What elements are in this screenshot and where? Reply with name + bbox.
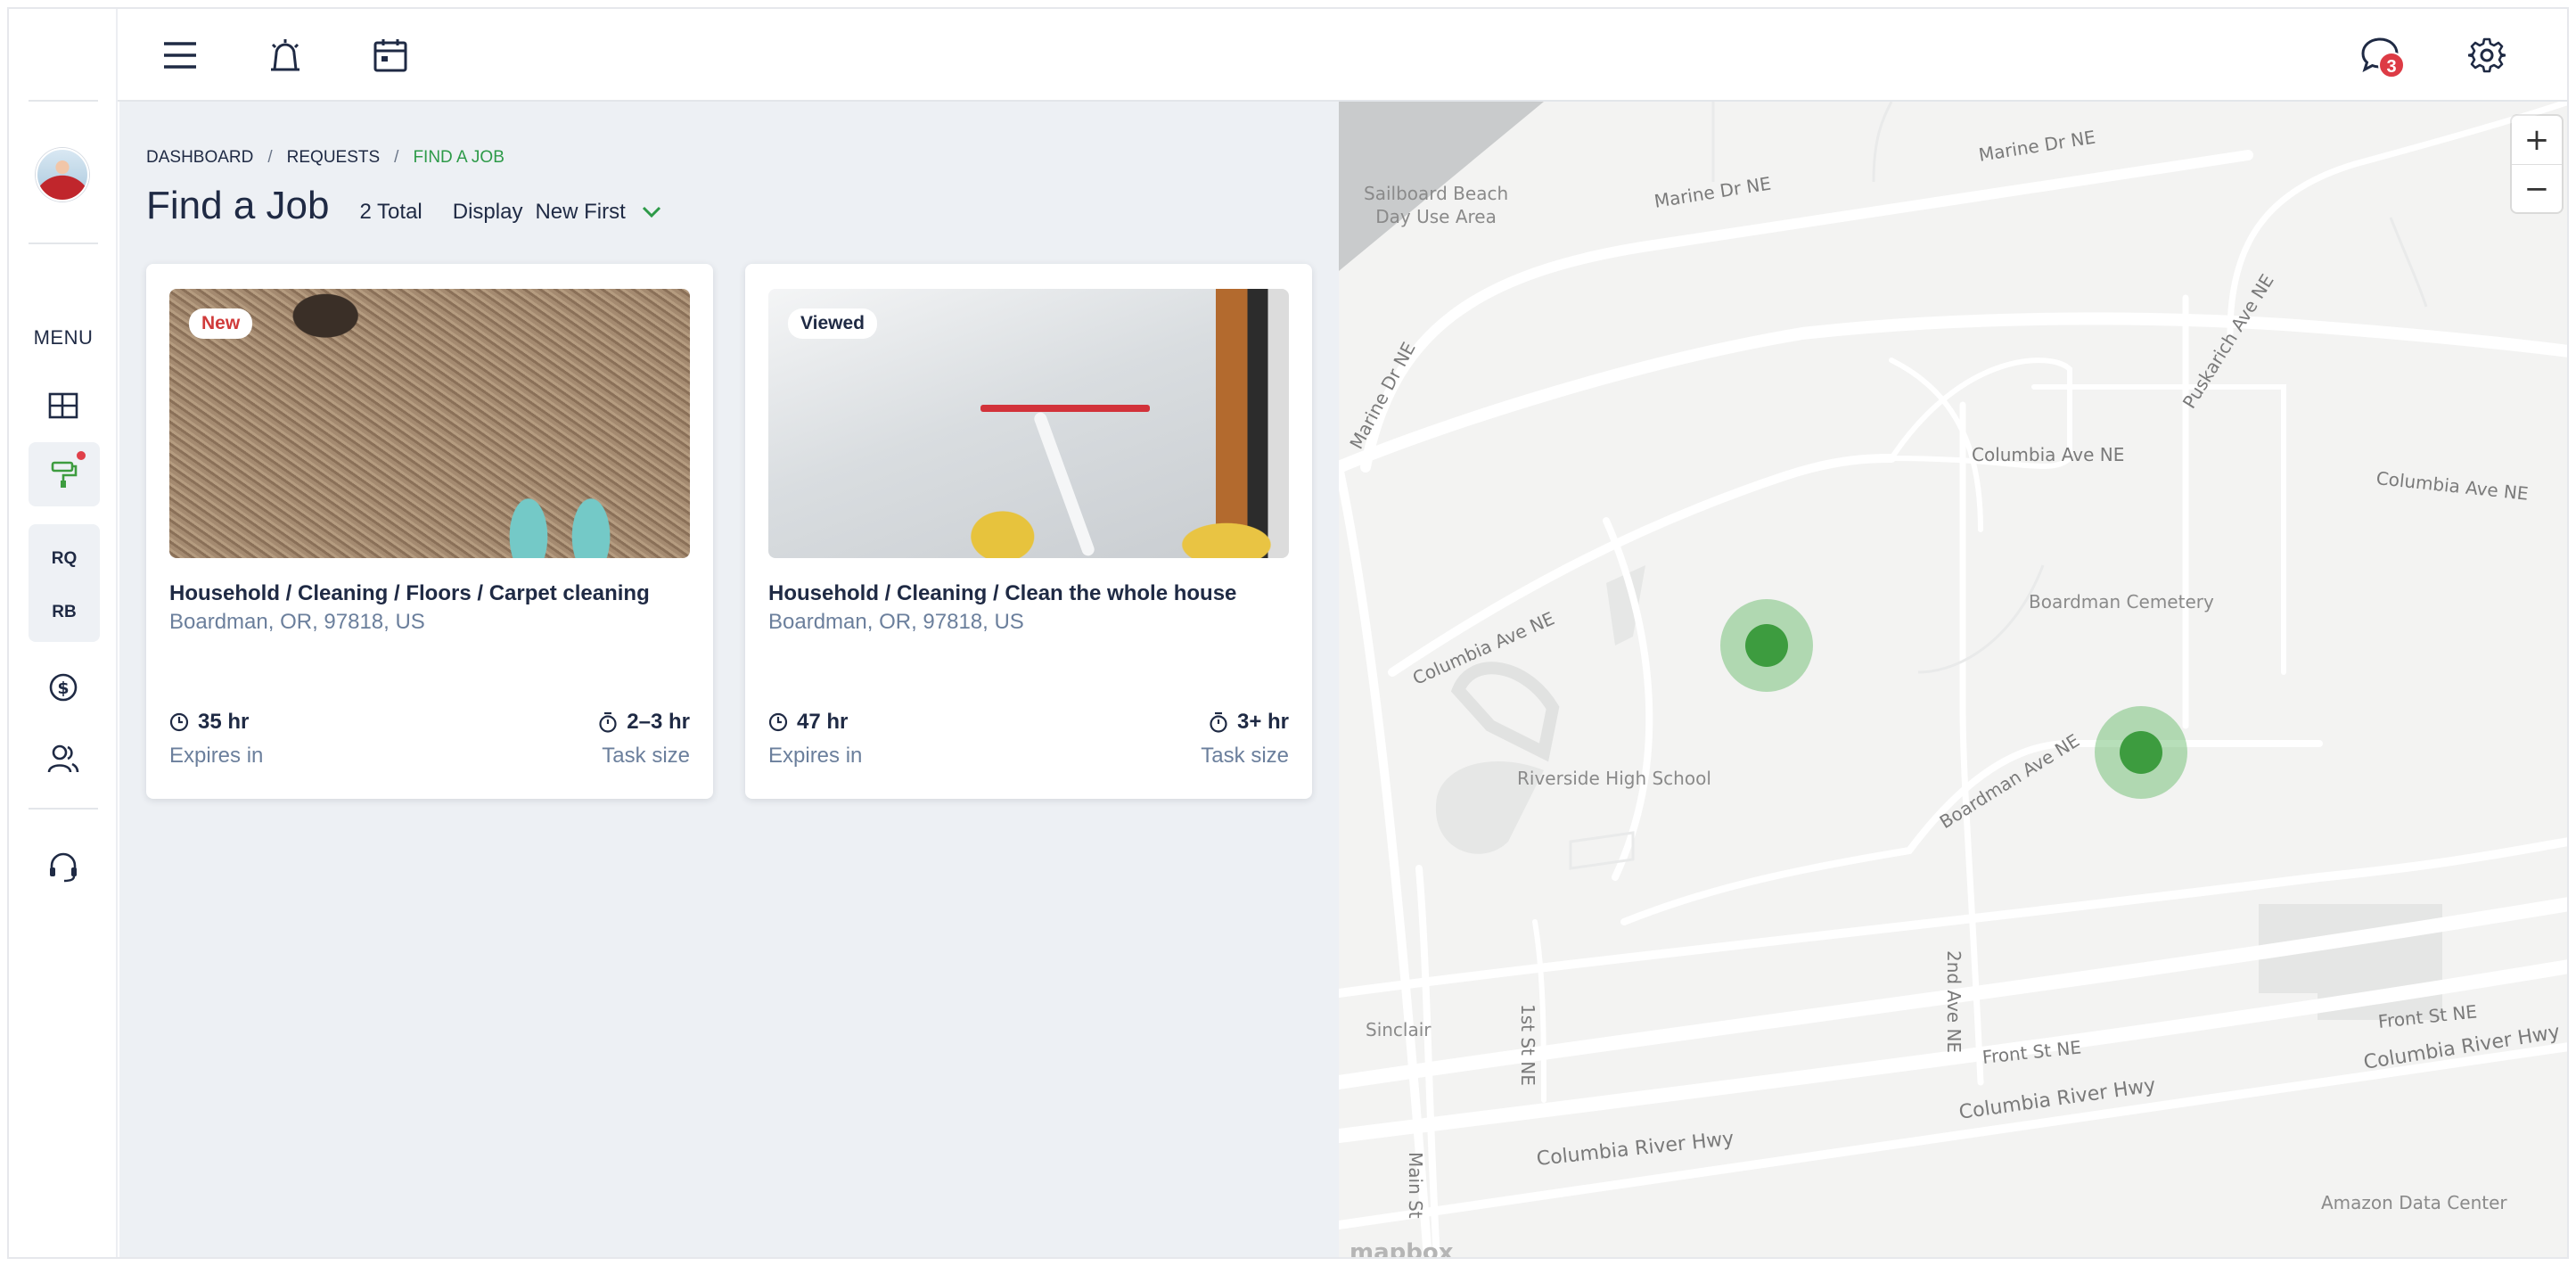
pin-dot <box>1745 624 1788 667</box>
expires-value: 35 hr <box>198 710 250 734</box>
street-label: Columbia Ave NE <box>1972 444 2125 465</box>
avatar[interactable] <box>36 148 89 201</box>
zoom-out-button[interactable]: − <box>2512 164 2562 212</box>
task-size-label: Task size <box>1201 744 1289 768</box>
job-image: Viewed <box>768 289 1289 558</box>
display-label: Display <box>452 200 523 224</box>
sidebar-item-support[interactable] <box>41 845 86 890</box>
street-label: 2nd Ave NE <box>1943 950 1965 1054</box>
place-label: Riverside High School <box>1517 768 1711 789</box>
paint-roller-icon <box>51 461 78 488</box>
hamburger-icon <box>164 42 196 69</box>
settings-button[interactable] <box>2462 30 2512 80</box>
job-map-pin[interactable] <box>2095 706 2187 799</box>
place-label: Amazon Data Center <box>2321 1192 2507 1213</box>
users-icon <box>47 744 79 773</box>
dollar-circle-icon: $ <box>49 673 78 702</box>
task-size-label: Task size <box>602 744 690 768</box>
street-label: 1st St NE <box>1517 1004 1538 1086</box>
dashboard-icon <box>48 392 78 419</box>
alerts-button[interactable] <box>260 30 310 80</box>
job-map-pin[interactable] <box>1720 599 1813 692</box>
menu-label: MENU <box>33 326 94 349</box>
stopwatch-icon <box>1210 711 1227 733</box>
task-size-value: 2–3 hr <box>627 710 690 734</box>
zoom-in-button[interactable]: + <box>2512 116 2562 164</box>
job-title[interactable]: Household / Cleaning / Floors / Carpet c… <box>169 581 695 606</box>
clock-icon <box>768 712 788 732</box>
sidebar: MENU RQ RB $ <box>9 9 118 1257</box>
breadcrumb-current: FIND A JOB <box>413 148 505 167</box>
topbar: 3 <box>118 9 2567 102</box>
notification-dot <box>77 451 86 460</box>
total-count: 2 Total <box>359 200 422 224</box>
expires-label: Expires in <box>768 744 863 768</box>
sidebar-divider <box>29 808 98 810</box>
main-content: DASHBOARD / REQUESTS / FIND A JOB Find a… <box>119 102 1339 1257</box>
expires-label: Expires in <box>169 744 264 768</box>
street-label: Main St <box>1405 1152 1426 1219</box>
job-location: Boardman, OR, 97818, US <box>768 610 1024 634</box>
gear-icon <box>2468 37 2506 73</box>
mapbox-logo[interactable]: mapbox <box>1350 1239 1454 1257</box>
page-title: Find a Job <box>146 184 330 227</box>
calendar-button[interactable] <box>365 30 415 80</box>
sidebar-item-rq[interactable]: RQ <box>29 549 100 569</box>
breadcrumb-separator: / <box>267 148 273 167</box>
breadcrumb-dashboard[interactable]: DASHBOARD <box>146 148 253 168</box>
sort-select[interactable]: New First <box>535 200 660 225</box>
sidebar-item-users[interactable] <box>41 736 86 781</box>
map-view[interactable]: Marine Dr NE Marine Dr NE Marine Dr NE P… <box>1339 102 2567 1257</box>
sidebar-item-find-job[interactable] <box>29 442 100 506</box>
sidebar-item-payments[interactable]: $ <box>41 665 86 710</box>
expires-stat: 35 hr Expires in <box>169 710 263 769</box>
breadcrumb: DASHBOARD / REQUESTS / FIND A JOB <box>146 148 505 168</box>
expires-value: 47 hr <box>797 710 849 734</box>
sort-select-value: New First <box>535 200 626 224</box>
job-card[interactable]: New Household / Cleaning / Floors / Carp… <box>146 264 713 799</box>
job-title[interactable]: Household / Cleaning / Clean the whole h… <box>768 581 1294 606</box>
task-size-value: 3+ hr <box>1236 710 1289 734</box>
app-window: MENU RQ RB $ 3 DASHBOARD / REQUESTS / FI… <box>7 7 2569 1259</box>
status-badge: New <box>189 308 253 339</box>
place-label: Boardman Cemetery <box>2029 591 2214 612</box>
breadcrumb-separator: / <box>394 148 399 167</box>
task-size-stat: 3+ hr Task size <box>1201 710 1289 769</box>
messages-button[interactable]: 3 <box>2355 30 2405 80</box>
sidebar-item-rb[interactable]: RB <box>29 603 100 622</box>
calendar-icon <box>373 39 407 72</box>
job-card[interactable]: Viewed Household / Cleaning / Clean the … <box>745 264 1312 799</box>
stopwatch-icon <box>599 711 617 733</box>
alarm-icon <box>271 39 299 71</box>
sidebar-item-dashboard[interactable] <box>41 383 86 428</box>
expires-stat: 47 hr Expires in <box>768 710 862 769</box>
place-label: Sailboard Beach Day Use Area <box>1364 183 1509 227</box>
place-label: Sinclair <box>1366 1019 1432 1040</box>
sidebar-shortcut-group: RQ RB <box>29 524 100 642</box>
svg-text:$: $ <box>57 678 69 698</box>
sidebar-divider <box>29 243 98 244</box>
job-image: New <box>169 289 690 558</box>
task-size-stat: 2–3 hr Task size <box>598 710 690 769</box>
breadcrumb-requests[interactable]: REQUESTS <box>287 148 381 168</box>
headset-icon <box>50 852 77 883</box>
page-header: Find a Job 2 Total Display New First <box>146 184 661 228</box>
clock-icon <box>169 712 189 732</box>
menu-toggle-button[interactable] <box>155 30 205 80</box>
sidebar-divider <box>29 100 98 102</box>
zoom-controls: + − <box>2512 116 2562 212</box>
messages-badge: 3 <box>2378 52 2405 78</box>
status-badge: Viewed <box>788 308 877 339</box>
job-location: Boardman, OR, 97818, US <box>169 610 425 634</box>
pin-dot <box>2120 731 2162 774</box>
chevron-down-icon <box>642 206 660 218</box>
